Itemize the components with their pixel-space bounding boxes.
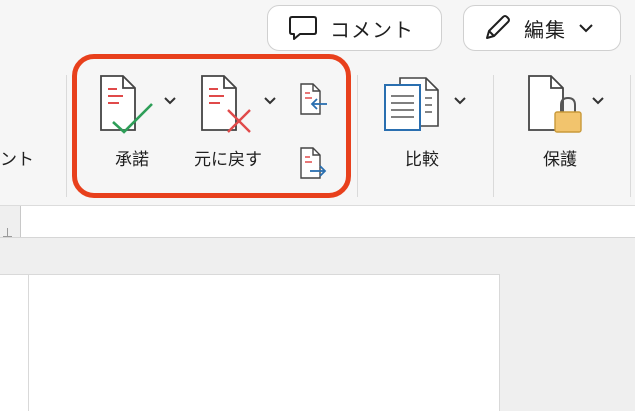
edit-mode-button[interactable]: 編集 <box>463 5 621 51</box>
accept-chevron-down-icon[interactable] <box>163 96 177 106</box>
reject-chevron-down-icon[interactable] <box>263 96 277 106</box>
protect-label: 保護 <box>543 150 577 170</box>
ruler-active-area[interactable] <box>20 206 635 237</box>
ribbon-separator <box>357 75 358 197</box>
ruler-tick <box>3 236 12 237</box>
document-page[interactable] <box>28 274 500 411</box>
comment-button[interactable]: コメント <box>267 5 442 51</box>
compare-chevron-down-icon[interactable] <box>453 96 467 106</box>
top-bar: コメント 編集 <box>0 0 635 60</box>
protect-chevron-down-icon[interactable] <box>591 96 605 106</box>
chevron-down-icon <box>579 24 593 33</box>
previous-change-icon[interactable] <box>298 82 330 118</box>
horizontal-ruler <box>0 206 635 238</box>
comment-icon <box>289 16 317 40</box>
reject-label: 元に戻す <box>194 150 262 170</box>
compare-icon[interactable] <box>382 76 444 138</box>
next-change-icon[interactable] <box>298 146 330 182</box>
accept-icon[interactable] <box>97 74 155 136</box>
previous-page-edge <box>0 274 28 411</box>
ribbon-partial-label: ント <box>0 150 34 170</box>
edit-label: 編集 <box>524 17 566 42</box>
pencil-icon <box>486 15 510 39</box>
accept-label: 承諾 <box>115 150 149 170</box>
ribbon-separator <box>630 75 631 197</box>
reject-icon[interactable] <box>198 74 256 136</box>
document-canvas <box>0 238 635 411</box>
compare-label: 比較 <box>405 150 439 170</box>
comment-label: コメント <box>330 17 414 42</box>
ribbon-separator <box>66 75 67 197</box>
ribbon-separator <box>493 75 494 197</box>
protect-lock-icon[interactable] <box>525 74 587 136</box>
